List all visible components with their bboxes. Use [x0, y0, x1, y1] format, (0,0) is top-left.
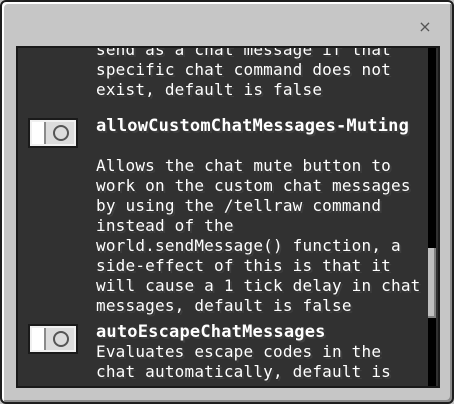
toggle-knob — [32, 328, 46, 350]
scrollbar-track[interactable] — [428, 48, 436, 386]
scrollbar-thumb[interactable] — [428, 248, 436, 318]
option-description: Allows the chat mute button to work on t… — [96, 156, 421, 315]
previous-option-description-fragment: send as a chat message if that specific … — [96, 46, 391, 99]
close-icon: × — [418, 17, 432, 36]
toggle-knob — [32, 122, 46, 144]
option-toggle[interactable] — [28, 324, 78, 354]
close-button[interactable]: × — [414, 16, 436, 38]
toggle-off-icon — [53, 125, 69, 141]
option-title: autoEscapeChatMessages — [96, 322, 326, 342]
options-scroll-panel[interactable]: send as a chat message if that specific … — [16, 46, 440, 388]
toggle-off-icon — [53, 331, 69, 347]
option-description: Evaluates escape codes in the chat autom… — [96, 342, 391, 381]
settings-dialog: × send as a chat message if that specifi… — [0, 0, 454, 404]
option-title: allowCustomChatMessages-Muting — [96, 116, 410, 136]
option-toggle[interactable] — [28, 118, 78, 148]
